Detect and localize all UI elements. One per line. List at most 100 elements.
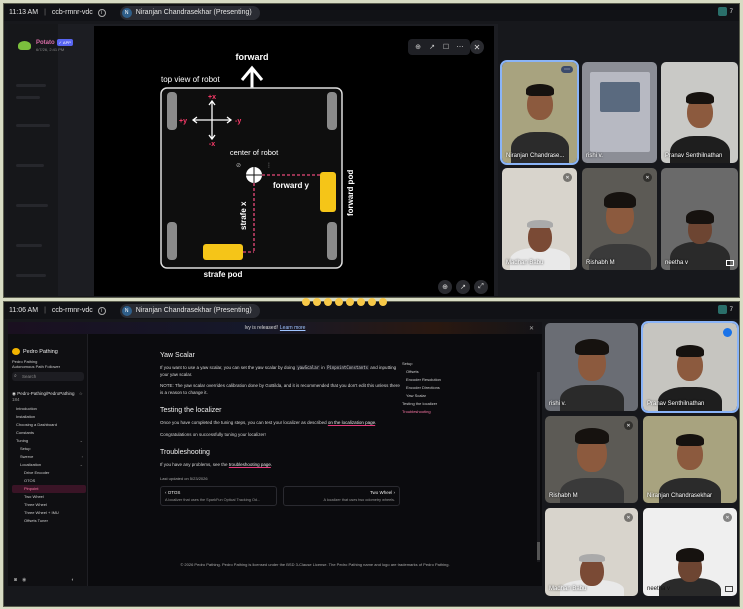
toc-item[interactable]: Troubleshooting — [402, 408, 522, 416]
troubleshooting-page-link[interactable]: troubleshooting page — [229, 462, 271, 467]
heading-troubleshooting: Troubleshooting — [160, 449, 210, 456]
repo-link[interactable]: ◉ Pedro-Pathing/PedroPathing ☆ 184 — [12, 391, 87, 402]
video-tile[interactable]: ✕ Rishabh M — [582, 168, 657, 270]
participant-name: rishi v. — [586, 153, 603, 159]
participants-badge[interactable]: 7 — [717, 7, 733, 16]
expand-icon[interactable] — [725, 586, 733, 592]
sidebar-item[interactable]: Introduction — [12, 405, 86, 413]
info-icon[interactable]: i — [97, 8, 106, 17]
docs-footer: © 2026 Pedro Pathing. Pedro Pathing is l… — [180, 562, 450, 567]
toc-item[interactable]: Yaw Scalar — [402, 392, 522, 400]
forward-pod — [320, 172, 336, 212]
video-tile[interactable]: ✕ Madhan Babu — [502, 168, 577, 270]
reaction-icon[interactable] — [302, 298, 310, 306]
reaction-icon[interactable] — [379, 298, 387, 306]
close-icon[interactable]: ✕ — [470, 40, 484, 54]
video-tile[interactable]: ✕ Madhan Babu — [545, 508, 638, 596]
share-icon[interactable]: ↗ — [427, 42, 437, 52]
participant-name: Madhan Babu — [549, 586, 587, 592]
sidebar-item[interactable]: Two Wheel — [12, 493, 86, 501]
prev-page-link[interactable]: ‹ OTOS A localizer that uses the SparkFu… — [160, 485, 277, 506]
sidebar-item[interactable]: Choosing a Dashboard — [12, 421, 86, 429]
sidebar-item[interactable]: Drive Encoder — [12, 469, 86, 477]
localization-page-link[interactable]: on the localization page — [328, 420, 375, 425]
discord-icon[interactable]: ◙ — [14, 577, 17, 583]
sidebar-item[interactable]: Constants — [12, 429, 86, 437]
reaction-icon[interactable] — [324, 298, 332, 306]
toc-item[interactable]: Encoder Directions — [402, 384, 522, 392]
forward-pod-label: forward pod — [346, 170, 355, 216]
sidebar-item[interactable]: Three Wheel — [12, 501, 86, 509]
participant-name: neetha v — [665, 260, 689, 266]
scrollbar[interactable] — [537, 372, 540, 562]
more-options-icon[interactable]: ⋯ — [561, 66, 573, 73]
participant-name: Pranav Senthilnathan — [647, 401, 705, 407]
paragraph: If you want to use a yaw scalar, you can… — [160, 365, 397, 377]
participant-name: Rishabh M — [549, 493, 578, 499]
mute-icon: ⊘ — [236, 162, 241, 169]
next-page-link[interactable]: Two Wheel › A localizer that uses two od… — [283, 485, 400, 506]
plus-y-label: +y — [179, 118, 187, 125]
presenter-label: Niranjan Chandrasekhar (Presenting) — [135, 9, 252, 16]
mic-off-icon: ✕ — [643, 173, 652, 182]
more-icon[interactable]: ⋯ — [455, 42, 465, 52]
scrollbar-thumb[interactable] — [537, 542, 540, 560]
learn-more-link[interactable]: Learn more — [280, 325, 306, 331]
toc-item[interactable]: Encoder Resolution — [402, 376, 522, 384]
fullscreen-icon[interactable]: ⤢ — [474, 280, 488, 294]
video-tile[interactable]: Pranav Senthilnathan — [661, 62, 738, 163]
reaction-icon[interactable] — [346, 298, 354, 306]
sidebar-item[interactable]: Localization ⌄ — [12, 461, 86, 469]
theme-toggle-icon[interactable]: ◐ — [71, 577, 74, 583]
presenter-chip[interactable]: N Niranjan Chandrasekhar (Presenting) — [119, 303, 260, 318]
video-tile[interactable]: rishi v. — [582, 62, 657, 163]
people-icon — [717, 7, 727, 16]
video-tile[interactable]: Pranav Senthilnathan — [641, 321, 739, 413]
sidebar-item[interactable]: Three Wheel + IMU — [12, 509, 86, 517]
sidebar-item[interactable]: Pinpoint — [12, 485, 86, 493]
participant-name: Pranav Senthilnathan — [665, 153, 723, 159]
top-view-label: top view of robot — [161, 75, 220, 84]
search-input[interactable]: ⌕ Search — [12, 372, 84, 381]
sidebar-item[interactable]: Installation — [12, 413, 86, 421]
reaction-icon[interactable] — [335, 298, 343, 306]
docs-nav: Introduction Installation Choosing a Dashb… — [12, 405, 86, 525]
toc-item[interactable]: Offsets — [402, 368, 522, 376]
video-tile[interactable]: neetha v — [661, 168, 738, 270]
video-tile[interactable]: ⋯ Niranjan Chandrase... — [500, 60, 579, 165]
popout-icon[interactable]: ↗ — [456, 280, 470, 294]
video-tile[interactable]: ✕ Rishabh M — [545, 416, 638, 503]
paragraph: NOTE: The yaw scalar overrides calibrati… — [160, 383, 400, 395]
expand-icon[interactable] — [726, 260, 734, 266]
toc-item[interactable]: Setup — [402, 360, 522, 368]
toc-item[interactable]: Testing the localizer — [402, 400, 522, 408]
sidebar-item[interactable]: OTOS — [12, 477, 86, 485]
presenter-chip[interactable]: N Niranjan Chandrasekhar (Presenting) — [119, 5, 260, 20]
reaction-icon[interactable] — [313, 298, 321, 306]
video-tile[interactable]: ✕ neetha v — [643, 508, 737, 596]
sidebar-item[interactable]: Tuning ⌄ — [12, 437, 86, 445]
more-icon: ⋮ — [266, 162, 272, 169]
close-icon[interactable]: ✕ — [529, 325, 534, 332]
participants-badge[interactable]: 7 — [717, 305, 733, 314]
video-tile[interactable]: rishi v. — [545, 323, 638, 411]
participant-name: neetha v — [647, 586, 671, 592]
sidebar-item[interactable]: Swerve › — [12, 453, 86, 461]
zoom-in-icon[interactable]: ⊕ — [438, 280, 452, 294]
sidebar-item[interactable]: Offsets Tuner — [12, 517, 86, 525]
heading-yaw-scalar: Yaw Scalar — [160, 352, 195, 359]
zoom-icon[interactable]: ⊕ — [413, 42, 423, 52]
chevron-icon: › — [81, 454, 83, 459]
viewer-toolbar: ⊕ ↗ ☐ ⋯ — [408, 39, 470, 55]
paragraph: Once you have completed the tuning steps… — [160, 420, 377, 425]
info-icon[interactable]: i — [97, 306, 106, 315]
open-icon[interactable]: ☐ — [441, 42, 451, 52]
sidebar-item[interactable]: Setup — [12, 445, 86, 453]
brand[interactable]: Pedro Pathing — [12, 348, 58, 355]
github-icon[interactable]: ◉ — [22, 577, 26, 583]
video-tile[interactable]: Niranjan Chandrasekhar — [643, 416, 737, 503]
reaction-icon[interactable] — [368, 298, 376, 306]
meeting-code: ccb-rmnr-vdc — [51, 307, 93, 314]
reaction-icon[interactable] — [357, 298, 365, 306]
clock: 11:06 AM — [9, 307, 39, 314]
